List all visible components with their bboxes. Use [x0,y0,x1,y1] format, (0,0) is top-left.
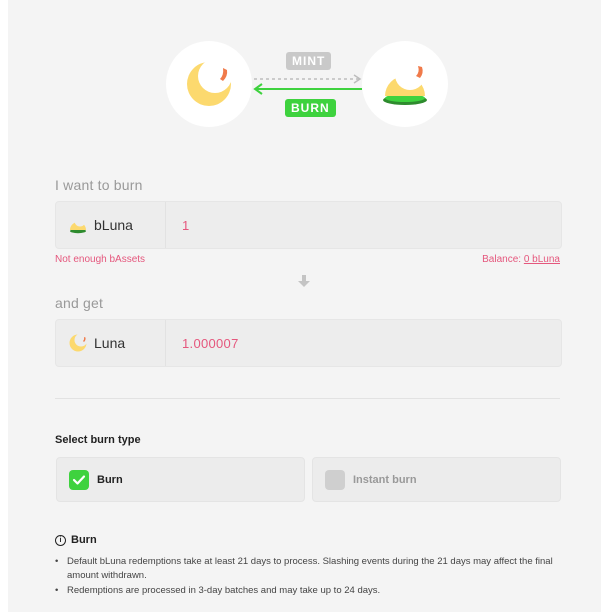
info-note-item: • Default bLuna redemptions take at least… [55,556,553,581]
bluna-token-badge [362,41,448,127]
balance-label: Balance: [482,254,522,265]
burn-field: bLuna 1 [55,201,562,249]
info-title-text: Burn [71,534,97,546]
info-title: i Burn [55,534,97,546]
burn-arrow-icon [253,83,362,95]
section-divider [55,398,560,399]
info-note-text: Default bLuna redemptions take at least … [67,556,553,581]
luna-icon [69,333,88,352]
mint-tag[interactable]: MINT [286,52,332,70]
burn-amount-input[interactable]: 1 [166,202,561,248]
instant-burn-option[interactable]: Instant burn [312,457,561,502]
bluna-icon [70,215,86,234]
checkbox-unchecked-icon[interactable] [325,469,345,490]
get-amount-output: 1.000007 [182,335,239,351]
bluna-moon-icon [383,60,427,105]
burn-option[interactable]: Burn [56,457,305,502]
get-asset-selector[interactable]: Luna [56,320,166,366]
info-note-item: • Redemptions are processed in 3-day batc… [55,585,381,596]
checkbox-checked-icon[interactable] [69,469,89,490]
burn-tag[interactable]: BURN [285,99,336,117]
page-left-border [0,0,8,612]
burn-asset-name: bLuna [94,217,133,233]
info-note-text: Redemptions are processed in 3-day batch… [67,585,381,596]
get-asset-name: Luna [94,335,126,351]
instant-burn-option-label: Instant burn [353,473,417,486]
balance-value-link[interactable]: 0 bLuna [524,254,560,265]
info-notes-list: • Default bLuna redemptions take at least… [55,555,560,599]
balance-info: Balance: 0 bLuna [482,254,560,265]
page-right-border [601,0,607,612]
burn-type-title: Select burn type [55,434,141,446]
get-section-label: and get [55,295,104,311]
info-icon: i [55,534,66,546]
luna-token-badge [166,41,252,127]
get-field: Luna 1.000007 [55,319,562,367]
burn-section-label: I want to burn [55,177,143,193]
checkmark-icon [72,474,86,485]
arrow-down-icon [298,275,310,287]
luna-moon-icon [187,59,232,106]
burn-asset-selector[interactable]: bLuna [56,202,166,248]
burn-error-text: Not enough bAssets [55,254,146,265]
burn-option-label: Burn [97,473,123,486]
